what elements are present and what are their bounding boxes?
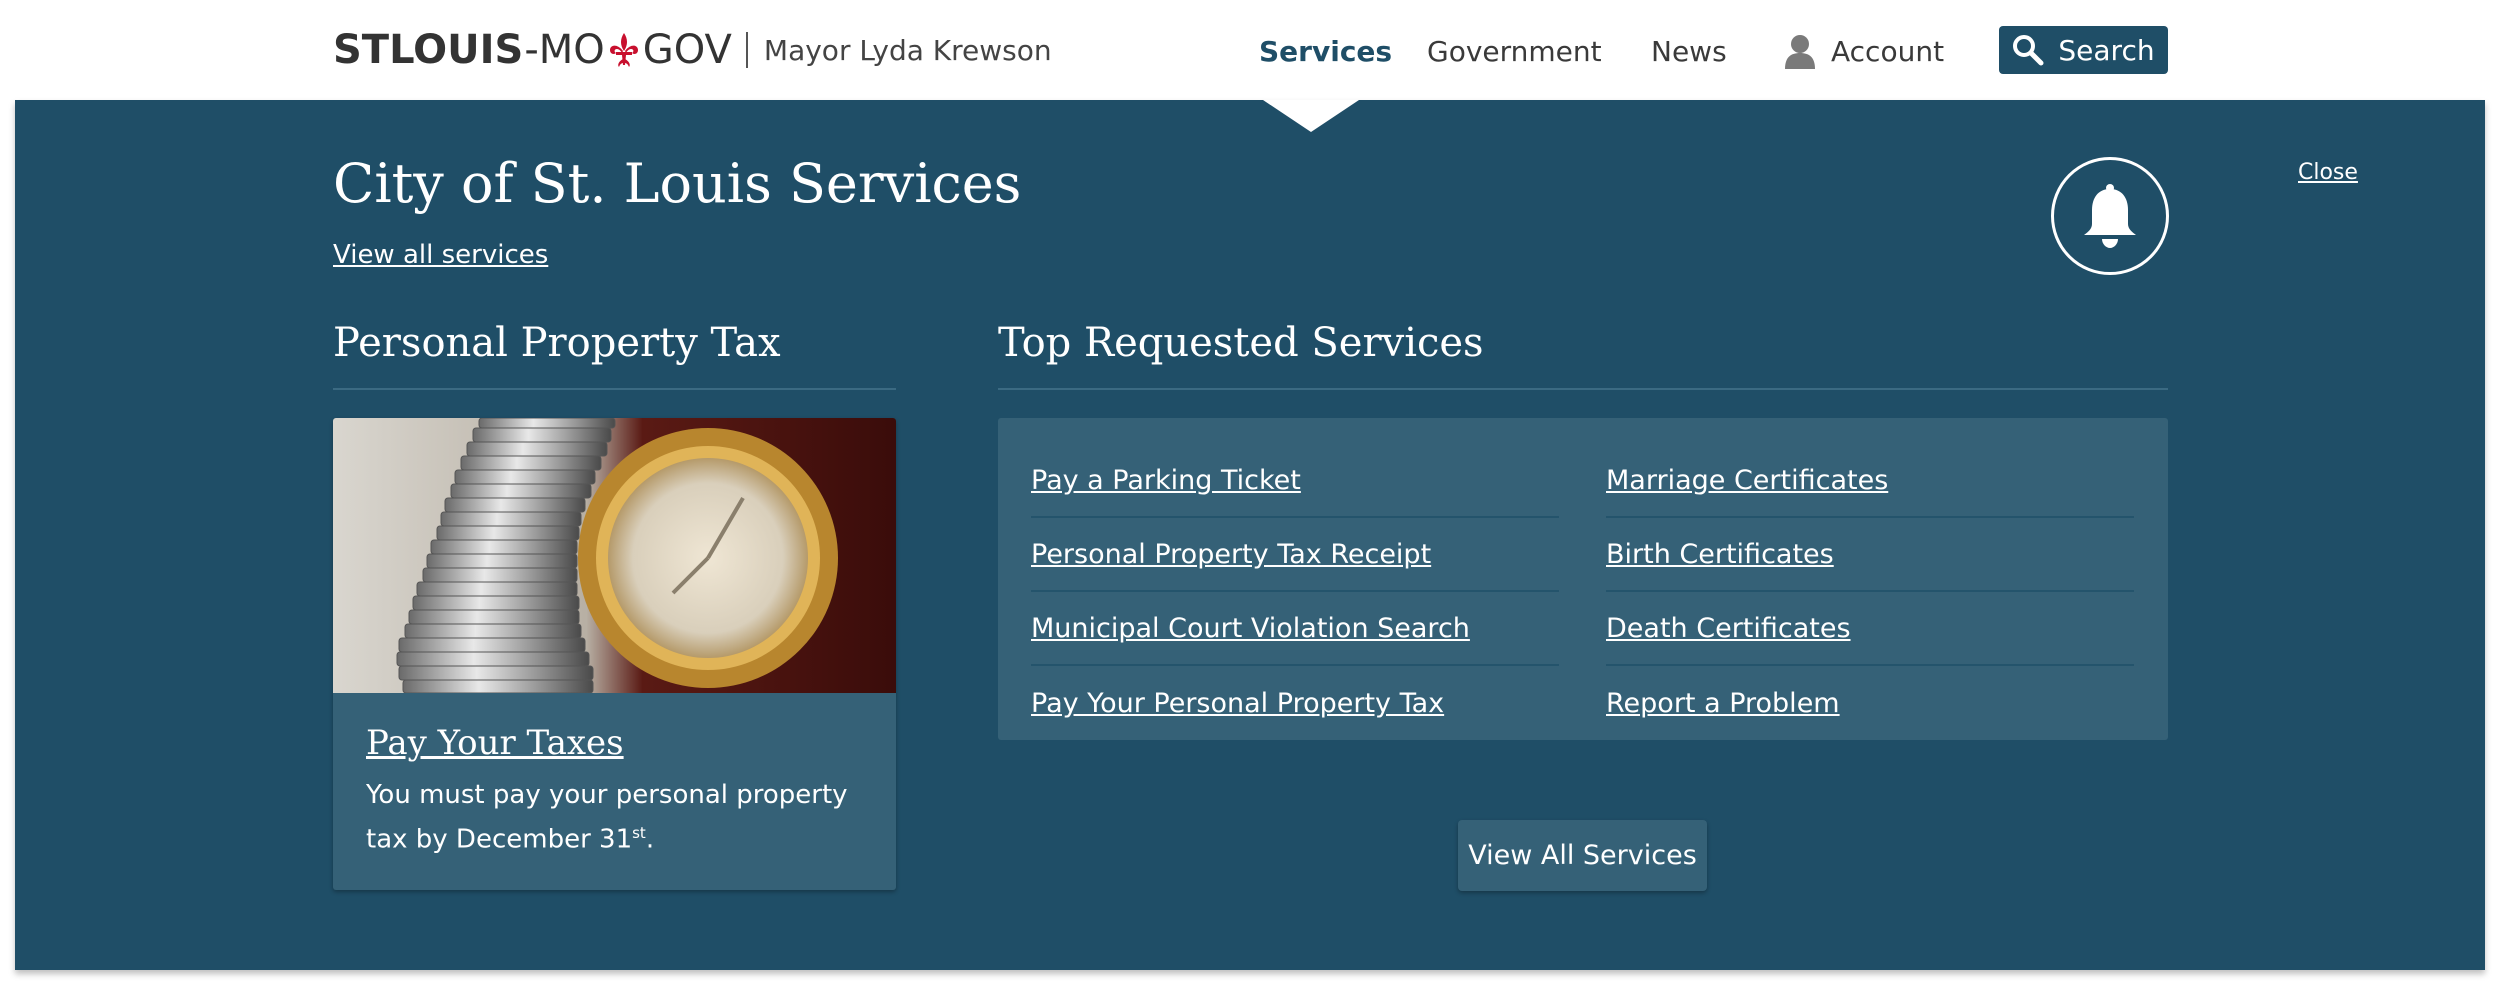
site-header: STLOUIS -MO GOV Mayor Lyda Krewson Servi… xyxy=(0,0,2500,100)
section-divider xyxy=(333,388,896,390)
service-link[interactable]: Birth Certificates xyxy=(1606,539,1834,570)
tax-card-description: You must pay your personal property tax … xyxy=(366,776,876,859)
services-column-left: Pay a Parking Ticket Personal Property T… xyxy=(1031,444,1559,740)
list-item: Municipal Court Violation Search xyxy=(1031,592,1559,666)
nav-government[interactable]: Government xyxy=(1427,26,1602,76)
site-logo[interactable]: STLOUIS -MO GOV Mayor Lyda Krewson xyxy=(333,24,1052,76)
user-icon xyxy=(1785,35,1815,69)
notifications-button[interactable] xyxy=(2051,157,2169,275)
service-link[interactable]: Personal Property Tax Receipt xyxy=(1031,539,1431,570)
nav-account[interactable]: Account xyxy=(1783,26,1944,76)
service-link[interactable]: Pay Your Personal Property Tax xyxy=(1031,688,1444,719)
section-title-top-services: Top Requested Services xyxy=(998,320,1484,366)
logo-gov: GOV xyxy=(642,27,732,73)
section-title-property-tax: Personal Property Tax xyxy=(333,320,781,366)
section-divider xyxy=(998,388,2168,390)
list-item: Pay Your Personal Property Tax xyxy=(1031,666,1559,740)
view-all-services-button[interactable]: View All Services xyxy=(1458,820,1707,891)
nav-account-label: Account xyxy=(1831,34,1945,68)
logo-stlouis: STLOUIS xyxy=(333,27,524,73)
logo-mo: -MO xyxy=(524,27,605,73)
service-link[interactable]: Report a Problem xyxy=(1606,688,1840,719)
coins-and-clock-image xyxy=(333,418,896,693)
logo-separator xyxy=(745,32,748,68)
search-label: Search xyxy=(2058,33,2155,67)
pay-your-taxes-link[interactable]: Pay Your Taxes xyxy=(366,723,624,763)
fleur-de-lis-icon xyxy=(609,33,638,67)
close-link[interactable]: Close xyxy=(2298,160,2358,185)
list-item: Report a Problem xyxy=(1606,666,2134,740)
tax-desc-text: You must pay your personal property tax … xyxy=(366,780,848,855)
list-item: Death Certificates xyxy=(1606,592,2134,666)
view-all-services-link[interactable]: View all services xyxy=(333,240,548,270)
nav-services[interactable]: Services xyxy=(1259,26,1392,76)
search-icon xyxy=(2013,35,2044,66)
bell-icon xyxy=(2084,184,2136,248)
top-services-box: Pay a Parking Ticket Personal Property T… xyxy=(998,418,2168,740)
service-link[interactable]: Pay a Parking Ticket xyxy=(1031,465,1301,496)
tax-desc-sup: st xyxy=(632,824,646,842)
services-column-right: Marriage Certificates Birth Certificates… xyxy=(1606,444,2134,740)
list-item: Personal Property Tax Receipt xyxy=(1031,518,1559,592)
service-link[interactable]: Marriage Certificates xyxy=(1606,465,1888,496)
tax-card[interactable]: Pay Your Taxes You must pay your persona… xyxy=(333,418,896,890)
panel-title: City of St. Louis Services xyxy=(333,152,1022,215)
list-item: Pay a Parking Ticket xyxy=(1031,444,1559,518)
tax-desc-end: . xyxy=(645,824,655,855)
service-link[interactable]: Death Certificates xyxy=(1606,613,1851,644)
nav-news[interactable]: News xyxy=(1651,26,1727,76)
panel-caret xyxy=(1263,100,1359,132)
search-button[interactable]: Search xyxy=(1999,26,2168,74)
list-item: Birth Certificates xyxy=(1606,518,2134,592)
list-item: Marriage Certificates xyxy=(1606,444,2134,518)
mayor-name: Mayor Lyda Krewson xyxy=(763,33,1052,67)
service-link[interactable]: Municipal Court Violation Search xyxy=(1031,613,1470,644)
